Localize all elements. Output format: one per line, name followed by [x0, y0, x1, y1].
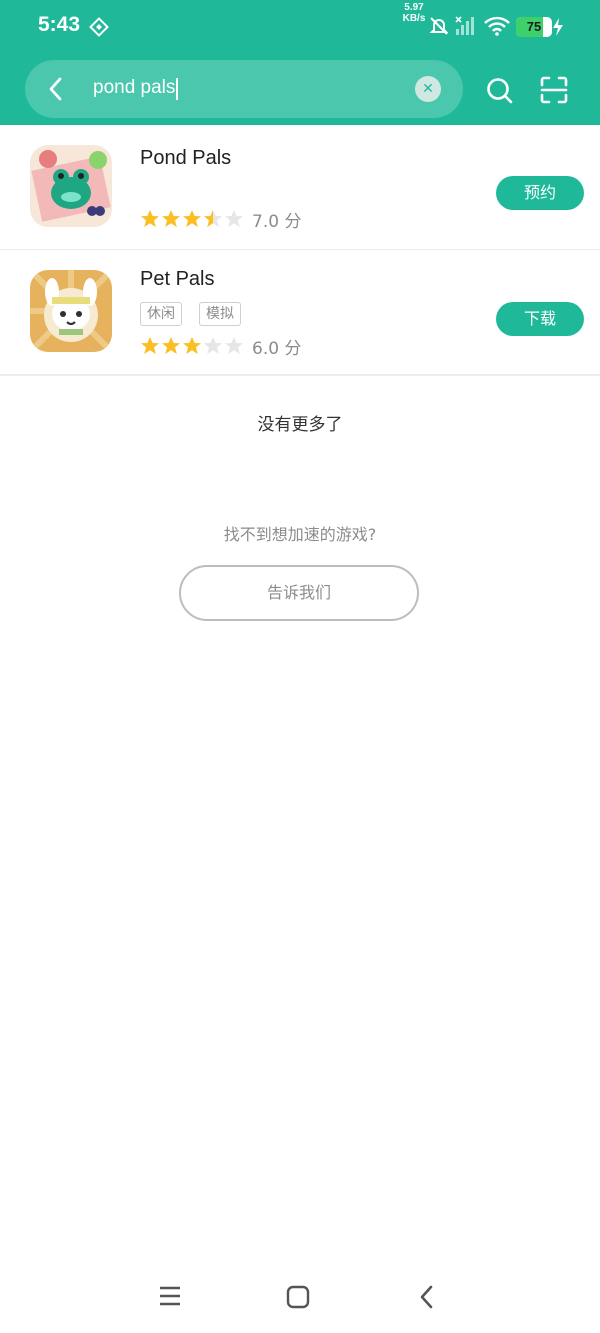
back-icon[interactable] — [45, 76, 67, 102]
star-icon — [141, 210, 159, 227]
close-icon: ✕ — [422, 81, 434, 97]
star-icon — [162, 337, 180, 354]
menu-icon[interactable] — [158, 1285, 182, 1307]
star-icon — [162, 210, 180, 227]
battery-percent: 75 — [526, 19, 542, 34]
star-icon — [183, 210, 201, 227]
scan-icon[interactable] — [540, 76, 568, 104]
charging-icon — [553, 18, 563, 36]
clear-search-button[interactable]: ✕ — [415, 76, 441, 102]
header: 5:43 5.97 KB/s 75 pond pals ✕ — [0, 0, 600, 125]
game-not-found-text: 找不到想加速的游戏? — [223, 525, 377, 544]
app-icon-pet-pals[interactable] — [30, 270, 112, 352]
no-more-results-text: 没有更多了 — [257, 415, 343, 435]
category-tag: 模拟 — [199, 302, 241, 326]
app-name[interactable]: Pet Pals — [140, 268, 214, 291]
category-tag: 休闲 — [140, 302, 182, 326]
rating-score: 6.0 分 — [252, 339, 302, 359]
app-icon-pond-pals[interactable] — [30, 145, 112, 227]
reserve-button[interactable]: 预约 — [496, 176, 584, 210]
search-result-item[interactable]: Pond Pals 7.0 分 预约 — [0, 125, 600, 251]
text-caret — [176, 78, 178, 100]
download-button[interactable]: 下载 — [496, 302, 584, 336]
signal-icon — [455, 16, 474, 35]
star-icon — [225, 337, 243, 354]
star-icon — [204, 210, 222, 227]
battery-icon: 75 — [516, 17, 552, 37]
back-nav-icon[interactable] — [416, 1284, 436, 1310]
search-bar: pond pals ✕ — [25, 60, 463, 118]
star-icon — [183, 337, 201, 354]
mute-bell-icon — [429, 17, 449, 35]
wifi-icon — [484, 16, 510, 36]
status-bar: 5:43 5.97 KB/s 75 — [0, 0, 600, 56]
search-result-item[interactable]: Pet Pals 休闲 模拟 6.0 分 下载 — [0, 250, 600, 376]
home-icon[interactable] — [286, 1285, 310, 1309]
status-time: 5:43 — [38, 13, 81, 36]
search-icon[interactable] — [486, 77, 514, 105]
net-speed-unit: KB/s — [402, 13, 426, 24]
search-input[interactable]: pond pals — [93, 77, 175, 99]
tell-us-button[interactable]: 告诉我们 — [179, 565, 419, 621]
app-name[interactable]: Pond Pals — [140, 147, 231, 170]
net-speed: 5.97 KB/s — [398, 2, 430, 24]
net-speed-value: 5.97 — [404, 2, 424, 13]
star-icon — [141, 337, 159, 354]
star-icon — [225, 210, 243, 227]
star-icon — [204, 337, 222, 354]
rating-score: 7.0 分 — [252, 212, 302, 232]
system-nav-bar — [0, 1263, 600, 1333]
vpn-icon — [89, 17, 109, 37]
